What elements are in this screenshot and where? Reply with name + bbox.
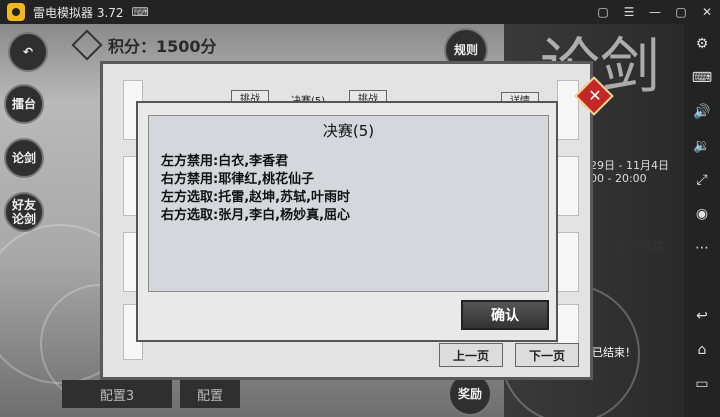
fullscreen-icon[interactable]: ⤢ <box>688 166 716 194</box>
next-page-button[interactable]: 下一页 <box>515 343 579 367</box>
left-banned-line: 左方禁用:白衣,李香君 <box>161 154 289 169</box>
window-control-2[interactable]: — <box>642 0 668 24</box>
menu-arena[interactable]: 擂台 <box>4 84 44 124</box>
dialog-content: 决赛(5) 左方禁用:白衣,李香君 右方禁用:耶律红,桃花仙子 左方选取:托雷,… <box>148 115 549 292</box>
window-control-4[interactable]: ✕ <box>694 0 720 24</box>
more-icon[interactable]: ⋯ <box>688 234 716 262</box>
keyboard-icon[interactable]: ⌨ <box>688 64 716 92</box>
score-icon <box>71 29 103 61</box>
menu-friend-lunjian[interactable]: 好友 论剑 <box>4 192 44 232</box>
left-picked-line: 左方选取:托雷,赵坤,苏轼,叶雨时 <box>161 190 351 205</box>
back-arrow-button[interactable]: ↶ <box>8 32 48 72</box>
close-icon[interactable]: ✕ <box>585 85 605 105</box>
config-button[interactable]: 配置 <box>180 380 240 408</box>
menu-lunjian[interactable]: 论剑 <box>4 138 44 178</box>
list-card[interactable] <box>557 80 579 140</box>
prev-page-button[interactable]: 上一页 <box>439 343 503 367</box>
gear-icon[interactable]: ⚙ <box>688 30 716 58</box>
list-card[interactable] <box>557 156 579 216</box>
confirm-button[interactable]: 确认 <box>461 300 549 330</box>
config3-button[interactable]: 配置3 <box>62 380 172 408</box>
ended-label: 已结束！ <box>592 346 636 359</box>
app-logo-icon <box>7 3 25 21</box>
event-date: 29日 - 11月4日 <box>590 159 669 172</box>
score-label: 积分：1500分 <box>108 37 217 56</box>
result-dialog: 决赛(5) 左方禁用:白衣,李香君 右方禁用:耶律红,桃花仙子 左方选取:托雷,… <box>136 101 558 342</box>
emulator-toolbar: ⚙ ⌨ 🔊 🔉 ⤢ ◉ ⋯ ↩ ⌂ ▭ <box>684 24 720 417</box>
window-control-1[interactable]: ☰ <box>616 0 642 24</box>
dialog-title: 决赛(5) <box>322 122 375 140</box>
event-time: 00 - 20:00 <box>590 172 647 185</box>
list-card[interactable] <box>557 232 579 292</box>
back-icon[interactable]: ↩ <box>688 302 716 330</box>
gamepad-icon[interactable]: ⌨ <box>132 5 149 19</box>
right-picked-line: 右方选取:张月,李白,杨妙真,屈心 <box>161 208 351 223</box>
volume-up-icon[interactable]: 🔊 <box>688 98 716 126</box>
home-icon[interactable]: ⌂ <box>688 336 716 364</box>
shop-button[interactable]: 论剑商店 <box>614 236 670 300</box>
window-control-3[interactable]: ▢ <box>668 0 694 24</box>
right-banned-line: 右方禁用:耶律红,桃花仙子 <box>161 172 315 187</box>
recent-icon[interactable]: ▭ <box>688 370 716 398</box>
volume-down-icon[interactable]: 🔉 <box>688 132 716 160</box>
record-icon[interactable]: ◉ <box>688 200 716 228</box>
emulator-titlebar: 雷电模拟器 3.72 ⌨ ▢ ☰ — ▢ ✕ <box>0 0 720 24</box>
window-title: 雷电模拟器 3.72 <box>33 5 124 20</box>
window-control-0[interactable]: ▢ <box>590 0 616 24</box>
